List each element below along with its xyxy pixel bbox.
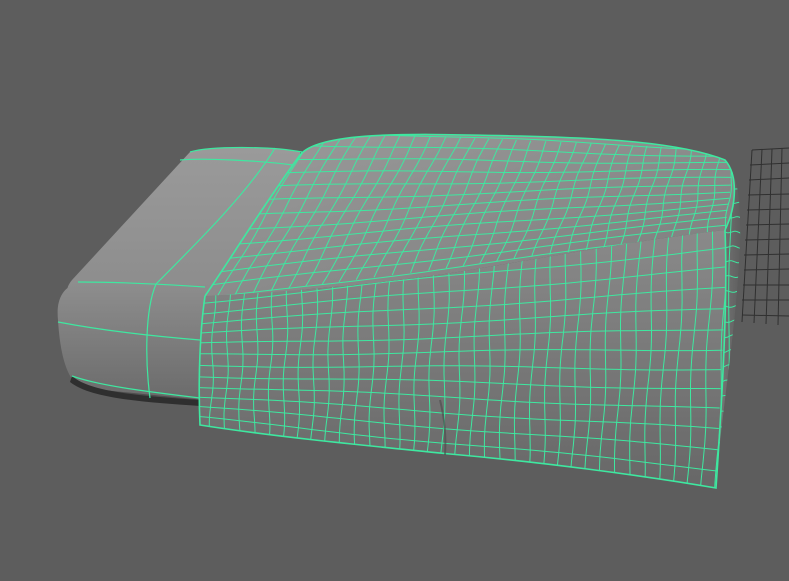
3d-viewport[interactable] <box>0 0 789 581</box>
scene-canvas[interactable] <box>0 0 789 581</box>
ground-grid <box>741 147 789 326</box>
